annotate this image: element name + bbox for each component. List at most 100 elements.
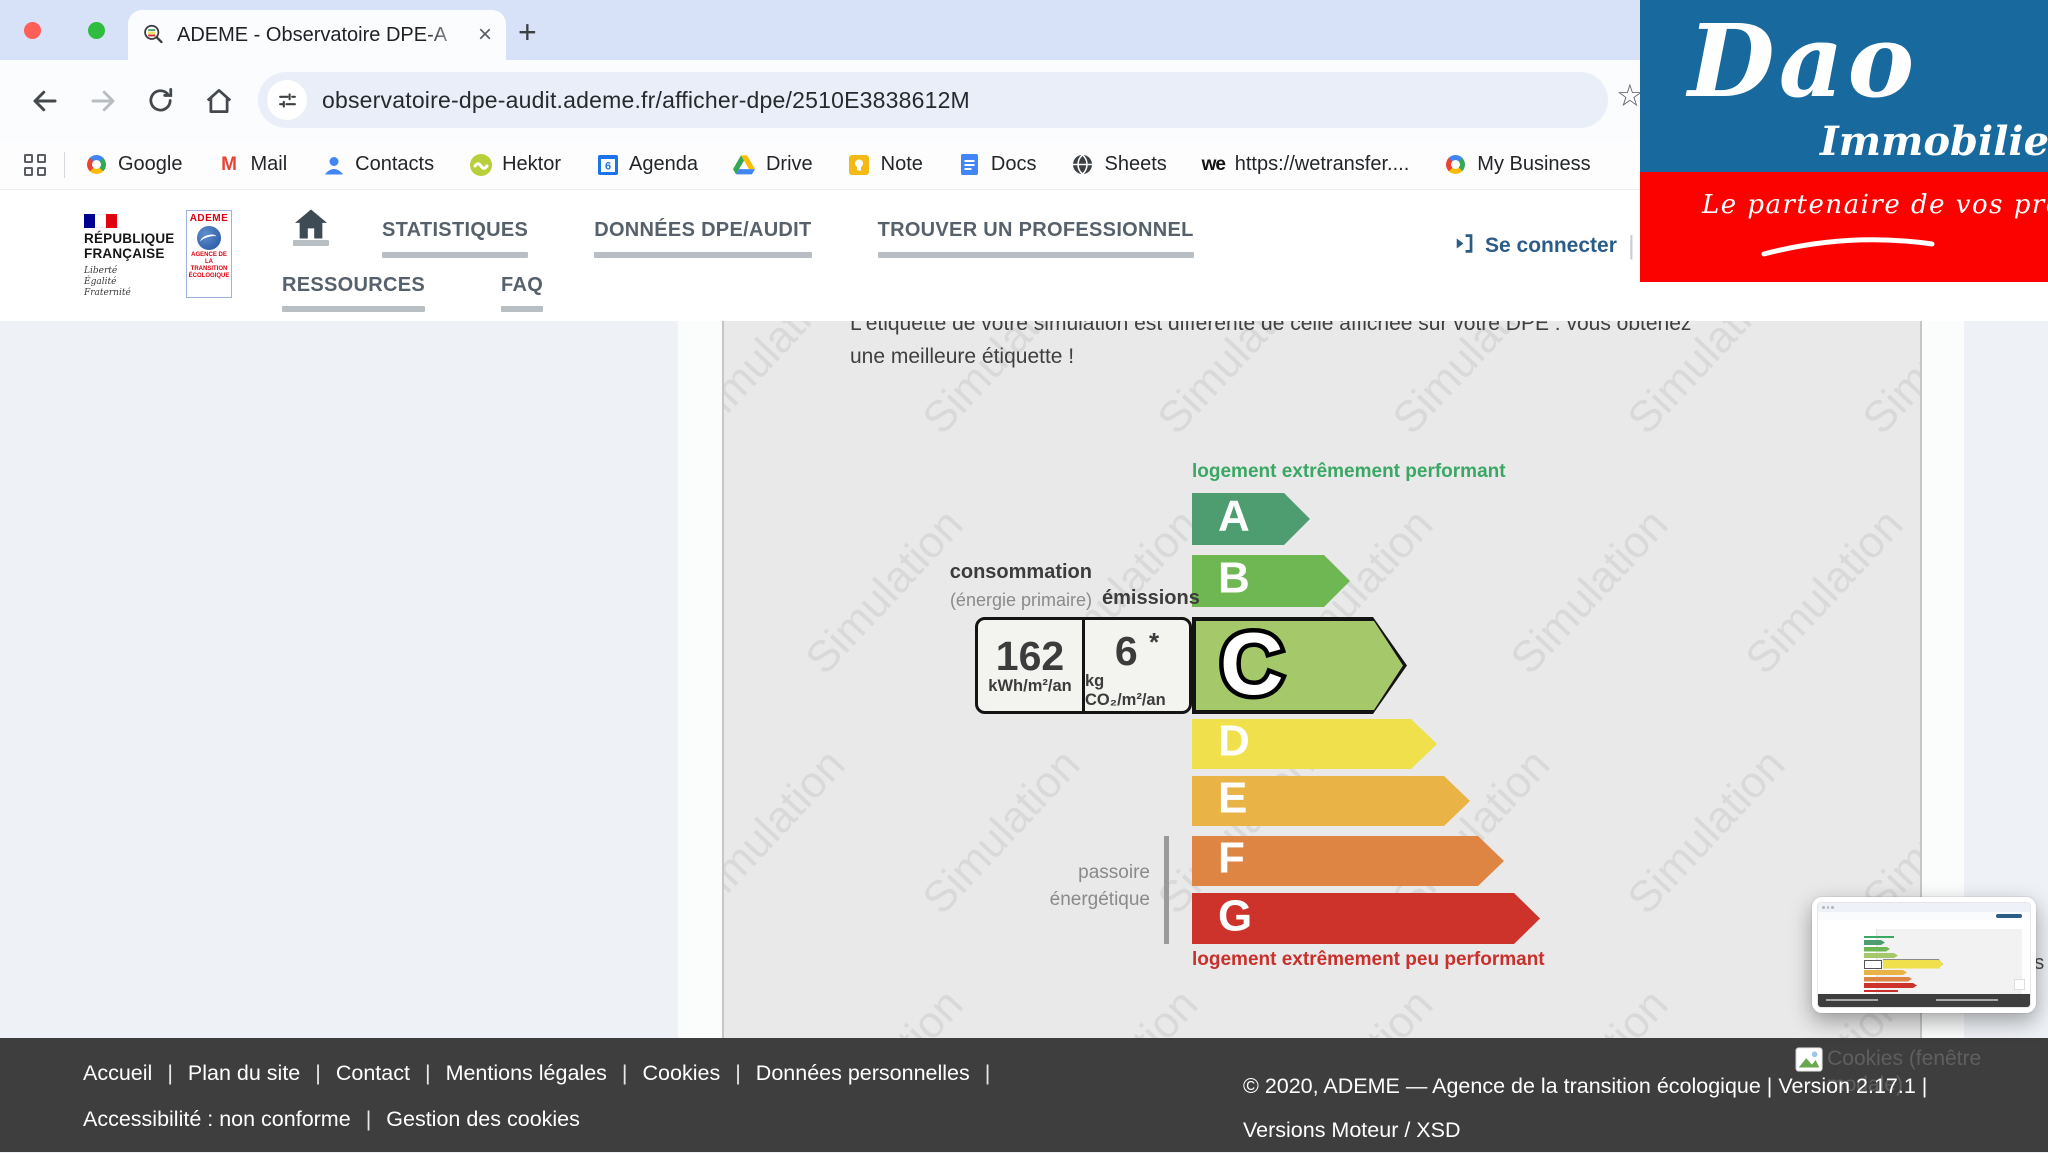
dpe-favicon-icon bbox=[142, 24, 165, 47]
dpe-arrow-d: D bbox=[1192, 719, 1437, 769]
nav-item-statistiques[interactable]: STATISTIQUES bbox=[354, 208, 556, 258]
svg-text:C: C bbox=[1220, 621, 1284, 710]
dpe-arrow-b: B bbox=[1192, 555, 1350, 607]
energy-sieve-bar bbox=[1164, 836, 1169, 944]
emissions-value-cell: 6 * kg CO₂/m²/an bbox=[1085, 620, 1189, 711]
new-tab-button[interactable]: + bbox=[518, 14, 537, 51]
zoom-window-button[interactable] bbox=[88, 22, 105, 39]
bookmark-label: Contacts bbox=[355, 153, 434, 176]
simulation-watermark: Simulation bbox=[1501, 980, 1678, 1038]
nav-label: FAQ bbox=[501, 264, 543, 306]
footer-link-donnees-personnelles[interactable]: Données personnelles bbox=[756, 1061, 970, 1086]
bookmark-drive[interactable]: Drive bbox=[733, 153, 813, 176]
footer-link-mentions-legales[interactable]: Mentions légales bbox=[446, 1061, 607, 1086]
dao-immobilier-overlay: Dao Immobilier Le partenaire de vos proj… bbox=[1640, 0, 2048, 282]
nav-item-donnees-dpe-audit[interactable]: DONNÉES DPE/AUDIT bbox=[566, 208, 839, 258]
simulation-watermark: Simulation bbox=[1266, 980, 1443, 1038]
nav-label: STATISTIQUES bbox=[382, 208, 528, 252]
bookmark-hektor[interactable]: Hektor bbox=[469, 153, 561, 176]
preview-dpe-arrow-b bbox=[1864, 947, 1890, 952]
nav-item-home[interactable] bbox=[278, 208, 344, 258]
nav-underline bbox=[594, 252, 811, 258]
back-icon[interactable] bbox=[30, 86, 60, 121]
site-settings-icon[interactable] bbox=[267, 80, 307, 120]
docs-icon bbox=[958, 153, 981, 176]
preview-content bbox=[1818, 929, 2030, 994]
url-text: observatoire-dpe-audit.ademe.fr/afficher… bbox=[322, 87, 970, 114]
simulation-watermark: Simulation bbox=[1618, 740, 1795, 924]
reload-icon[interactable] bbox=[146, 86, 175, 120]
bookmark-contacts[interactable]: Contacts bbox=[322, 153, 434, 176]
footer-separator: | bbox=[425, 1061, 431, 1086]
versions-link[interactable]: Versions Moteur / XSD bbox=[1243, 1108, 1927, 1152]
preview-dpe-arrow-g bbox=[1864, 983, 1917, 988]
bookmark-https-wetransfer[interactable]: wehttps://wetransfer.... bbox=[1202, 153, 1410, 176]
dpe-bottom-label: logement extrêmement peu performant bbox=[1192, 949, 1545, 971]
preview-value-box bbox=[1864, 960, 1882, 969]
ademe-logo: ADEME AGENCE DE LA TRANSITION ÉCOLOGIQUE bbox=[186, 210, 232, 298]
dpe-arrow-f: F bbox=[1192, 836, 1504, 886]
minimize-window-button[interactable] bbox=[56, 22, 73, 39]
note-icon bbox=[848, 153, 871, 176]
bookmark-agenda[interactable]: 6Agenda bbox=[596, 153, 698, 176]
bookmark-docs[interactable]: Docs bbox=[958, 153, 1037, 176]
main-nav-row1: STATISTIQUES DONNÉES DPE/AUDITTROUVER UN … bbox=[278, 208, 1222, 258]
bookmark-label: Drive bbox=[766, 153, 813, 176]
close-window-button[interactable] bbox=[24, 22, 41, 39]
footer-link-accessibilite-non-conforme[interactable]: Accessibilité : non conforme bbox=[83, 1107, 351, 1132]
agenda-icon: 6 bbox=[596, 153, 619, 176]
forward-icon[interactable] bbox=[88, 86, 118, 121]
footer-link-gestion-des-cookies[interactable]: Gestion des cookies bbox=[386, 1107, 580, 1132]
dpe-top-label: logement extrêmement performant bbox=[1192, 461, 1506, 483]
footer-links: Accueil | Plan du site | Contact | Mentions lé… bbox=[83, 1061, 1005, 1153]
apps-grid-icon[interactable] bbox=[24, 154, 46, 176]
nav-underline bbox=[878, 252, 1194, 258]
consumption-value-cell: 162 kWh/m²/an bbox=[978, 620, 1085, 711]
preview-toolbar bbox=[1818, 912, 2030, 920]
close-tab-icon[interactable]: × bbox=[478, 21, 492, 49]
bookmark-mail[interactable]: MMail bbox=[218, 153, 288, 176]
browser-tab[interactable]: ADEME - Observatoire DPE-A × bbox=[128, 10, 506, 60]
french-flag-icon bbox=[84, 214, 117, 228]
login-button[interactable]: Se connecter bbox=[1452, 232, 1617, 260]
bookmark-label: My Business bbox=[1477, 153, 1590, 176]
header-divider: | bbox=[1628, 230, 1635, 261]
preview-dpe-arrow-d bbox=[1883, 960, 1943, 969]
simulation-watermark: Simulation bbox=[1736, 500, 1913, 684]
dpe-arrow-g: G bbox=[1192, 893, 1540, 944]
bookmark-sheets[interactable]: Sheets bbox=[1071, 153, 1166, 176]
nav-item-faq[interactable]: FAQ bbox=[501, 264, 543, 312]
left-white-strip bbox=[678, 321, 722, 1038]
preview-dpe-row bbox=[1864, 960, 1943, 969]
intro-text: L'étiquette de votre simulation est diff… bbox=[850, 321, 1850, 373]
bookmark-google[interactable]: Google bbox=[85, 153, 183, 176]
preview-dpe-row bbox=[1864, 970, 1943, 975]
bookmark-note[interactable]: Note bbox=[848, 153, 923, 176]
footer-link-contact[interactable]: Contact bbox=[336, 1061, 410, 1086]
footer-separator: | bbox=[622, 1061, 628, 1086]
address-bar[interactable]: observatoire-dpe-audit.ademe.fr/afficher… bbox=[258, 72, 1608, 128]
contacts-icon bbox=[322, 153, 345, 176]
tab-title: ADEME - Observatoire DPE-A bbox=[177, 24, 470, 47]
footer-link-accueil[interactable]: Accueil bbox=[83, 1061, 152, 1086]
dpe-arrow-c-current: C bbox=[1192, 617, 1407, 714]
home-icon[interactable] bbox=[204, 86, 234, 121]
nav-underline bbox=[382, 252, 528, 258]
footer-link-plan-du-site[interactable]: Plan du site bbox=[188, 1061, 300, 1086]
screen: { "browser": { "tab": { "title": "ADEME … bbox=[0, 0, 2048, 1152]
nav-item-trouver-un-professionnel[interactable]: TROUVER UN PROFESSIONNEL bbox=[850, 208, 1222, 258]
footer-separator: | bbox=[167, 1061, 173, 1086]
footer-link-cookies[interactable]: Cookies bbox=[643, 1061, 721, 1086]
footer-separator: | bbox=[985, 1061, 991, 1086]
consumption-label: consommation (énergie primaire) bbox=[744, 558, 1092, 614]
preview-dpe-arrow-c bbox=[1864, 953, 1898, 958]
nav-item-ressources[interactable]: RESSOURCES bbox=[282, 264, 425, 312]
preview-dpe-arrow-f bbox=[1864, 977, 1912, 982]
google-icon bbox=[85, 153, 108, 176]
page-preview-thumbnail[interactable] bbox=[1812, 897, 2036, 1013]
simulation-watermark: Simulation bbox=[1853, 321, 1922, 444]
ademe-globe-icon bbox=[197, 226, 221, 250]
dpe-arrow-e: E bbox=[1192, 776, 1470, 826]
bookmark-label: Hektor bbox=[502, 153, 561, 176]
bookmark-my-business[interactable]: My Business bbox=[1444, 153, 1590, 176]
